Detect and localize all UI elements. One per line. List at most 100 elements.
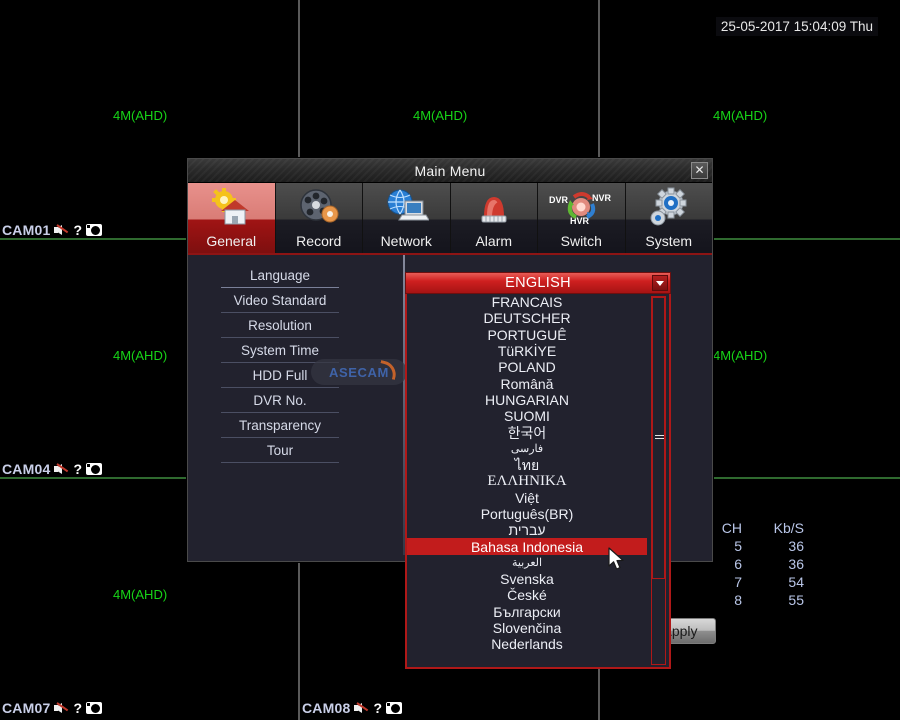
siren-icon (451, 183, 538, 229)
language-option[interactable]: Română (407, 375, 647, 392)
stream-stats-table: CH Kb/S 5 36 6 36 7 54 8 55 (700, 519, 808, 609)
language-option[interactable]: Svenska (407, 571, 647, 587)
setting-label: Tour (266, 442, 294, 458)
stream-stats-panel: CH Kb/S 5 36 6 36 7 54 8 55 (700, 483, 808, 645)
resolution-label-cam07: 4M(AHD) (113, 587, 168, 602)
camera-icon (86, 702, 103, 714)
resolution-label-cam01: 4M(AHD) (113, 108, 168, 123)
speaker-muted-icon (54, 223, 69, 237)
language-option[interactable]: Slovenčina (407, 620, 647, 636)
scrollbar-grip-icon (655, 435, 664, 440)
main-menu-tabbar: General Record Network Alarm DVR NVR HVR… (188, 183, 712, 255)
language-dropdown: ENGLISH FRANCAIS DEUTSCHER PORTUGUÊ TüRK… (405, 272, 671, 669)
setting-row-tour[interactable]: Tour (221, 438, 339, 463)
language-option[interactable]: DEUTSCHER (407, 310, 647, 326)
language-option[interactable]: Nederlands (407, 636, 647, 652)
language-option[interactable]: TüRKİYE (407, 343, 647, 359)
general-settings-list: Language Video Standard Resolution Syste… (221, 263, 339, 463)
stats-ch: 8 (734, 592, 742, 608)
language-option[interactable]: עברית (407, 522, 647, 538)
language-option[interactable]: Việt (407, 490, 647, 506)
stats-header-kbs: Kb/S (773, 520, 804, 536)
language-option[interactable]: FRANCAIS (407, 294, 647, 310)
dialog-title: Main Menu (414, 162, 486, 179)
svg-text:NVR: NVR (592, 193, 612, 203)
table-header-row: CH Kb/S (700, 519, 808, 537)
setting-row-system-time[interactable]: System Time (221, 338, 339, 363)
tab-label: Record (296, 233, 342, 249)
tab-network[interactable]: Network (363, 183, 451, 253)
camera-name: CAM01 (2, 222, 51, 238)
question-mark-icon: ? (73, 222, 83, 238)
table-row: 8 55 (700, 591, 808, 609)
language-option[interactable]: České (407, 587, 647, 603)
language-option[interactable]: POLAND (407, 359, 647, 375)
tab-switch[interactable]: DVR NVR HVR Switch (538, 183, 626, 253)
language-option[interactable]: Português(BR) (407, 506, 647, 522)
language-option[interactable]: HUNGARIAN (407, 392, 647, 408)
setting-label: Language (249, 267, 311, 283)
tab-record[interactable]: Record (276, 183, 363, 253)
setting-row-resolution[interactable]: Resolution (221, 313, 339, 338)
stats-kb: 36 (788, 556, 804, 572)
question-mark-icon: ? (373, 700, 383, 716)
close-icon[interactable]: ✕ (691, 162, 708, 179)
tab-label: General (206, 233, 257, 249)
resolution-label-cam04: 4M(AHD) (113, 348, 168, 363)
language-option[interactable]: SUOMI (407, 408, 647, 424)
language-option[interactable]: Български (407, 604, 647, 620)
language-option[interactable]: فارسی (407, 441, 647, 457)
language-option[interactable]: PORTUGUÊ (407, 327, 647, 343)
tab-label: Network (380, 233, 432, 249)
question-mark-icon: ? (73, 461, 83, 477)
table-row: 5 36 (700, 537, 808, 555)
tab-alarm[interactable]: Alarm (451, 183, 538, 253)
dialog-titlebar: Main Menu ✕ (188, 159, 712, 183)
setting-row-transparency[interactable]: Transparency (221, 413, 339, 438)
camera-name: CAM07 (2, 700, 51, 716)
stats-kb: 55 (788, 592, 804, 608)
setting-row-hdd-full[interactable]: HDD Full (221, 363, 339, 388)
camera-icon (386, 702, 403, 714)
house-gear-icon (188, 183, 275, 229)
globe-laptop-icon (363, 183, 450, 229)
watermark-swoosh-icon (377, 360, 399, 380)
stats-kb: 36 (788, 538, 804, 554)
language-option[interactable]: العربية (407, 555, 647, 571)
camera-icon (86, 463, 103, 475)
setting-label: HDD Full (252, 367, 308, 383)
film-reel-gear-icon (276, 183, 363, 229)
language-option[interactable]: ΕΛΛΗΝΙΚΑ (407, 473, 647, 489)
dropdown-scrollbar-thumb[interactable] (652, 297, 665, 579)
setting-row-video-standard[interactable]: Video Standard (221, 288, 339, 313)
table-row: 6 36 (700, 555, 808, 573)
resolution-label-cam02: 4M(AHD) (413, 108, 468, 123)
dvr-nvr-hvr-switch-icon: DVR NVR HVR (538, 183, 625, 229)
stats-kb: 54 (788, 574, 804, 590)
camera-label-cam07: CAM07 ? (2, 700, 103, 716)
language-option-selected[interactable]: Bahasa Indonesia (407, 538, 647, 555)
svg-text:DVR: DVR (549, 195, 569, 205)
tab-label: System (645, 233, 693, 249)
setting-label: Video Standard (233, 292, 327, 308)
speaker-muted-icon (354, 701, 369, 715)
dvr-live-view-screen: 4M(AHD) 4M(AHD) 4M(AHD) 4M(AHD) 4M(AHD) … (0, 0, 900, 720)
camera-name: CAM04 (2, 461, 51, 477)
question-mark-icon: ? (73, 700, 83, 716)
language-option-list: FRANCAIS DEUTSCHER PORTUGUÊ TüRKİYE POLA… (405, 294, 671, 669)
tab-system[interactable]: System (626, 183, 713, 253)
speaker-muted-icon (54, 701, 69, 715)
setting-row-dvr-no[interactable]: DVR No. (221, 388, 339, 413)
setting-label: Transparency (238, 417, 322, 433)
language-option[interactable]: ไทย (407, 457, 647, 473)
setting-row-language[interactable]: Language (221, 263, 339, 288)
camera-label-cam08: CAM08 ? (302, 700, 403, 716)
dropdown-scrollbar-track[interactable] (651, 296, 666, 665)
chevron-down-icon[interactable] (652, 275, 668, 291)
tab-general[interactable]: General (188, 183, 276, 253)
language-dropdown-toggle[interactable]: ENGLISH (405, 272, 671, 294)
language-selected-value: ENGLISH (505, 275, 571, 291)
resolution-label-cam03: 4M(AHD) (713, 108, 768, 123)
setting-label: Resolution (248, 317, 312, 333)
language-option[interactable]: 한국어 (407, 424, 647, 441)
